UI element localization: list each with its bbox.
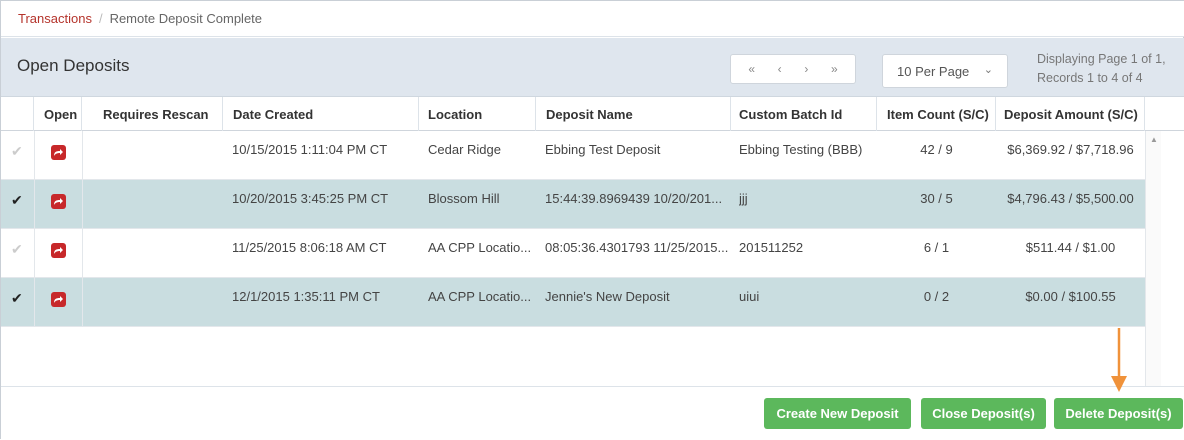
next-page-button[interactable]: › (804, 62, 808, 76)
close-deposits-button[interactable]: Close Deposit(s) (921, 398, 1046, 429)
cell-deposit-name: Ebbing Test Deposit (545, 142, 661, 157)
cell-deposit-amount: $0.00 / $100.55 (1025, 289, 1116, 304)
cell-deposit-amount: $511.44 / $1.00 (1025, 240, 1116, 255)
cell-custom-batch-id: 201511252 (739, 240, 804, 255)
check-icon[interactable]: ✔ (11, 241, 23, 258)
table-header: Open Requires Rescan Date Created Locati… (1, 97, 1184, 131)
column-header-custom-batch-id[interactable]: Custom Batch Id (731, 97, 877, 131)
column-header-location[interactable]: Location (419, 97, 536, 131)
open-deposit-icon[interactable] (51, 292, 66, 307)
per-page-value: 10 Per Page (897, 64, 970, 79)
action-bar: Create New Deposit Close Deposit(s) Dele… (1, 387, 1184, 440)
check-icon[interactable]: ✔ (11, 192, 23, 209)
cell-custom-batch-id: uiui (739, 289, 760, 304)
breadcrumb-separator: / (98, 11, 103, 26)
cell-item-count: 42 / 9 (920, 142, 953, 157)
cell-custom-batch-id: jjj (739, 191, 748, 206)
cell-custom-batch-id: Ebbing Testing (BBB) (739, 142, 863, 157)
column-divider (34, 131, 35, 327)
panel-header: Open Deposits « ‹ › » 10 Per Page ⌄ Disp… (1, 38, 1184, 97)
table-row[interactable]: ✔ 11/25/2015 8:06:18 AM CT AA CPP Locati… (1, 229, 1145, 278)
column-divider (82, 131, 83, 327)
select-column-header (1, 97, 34, 131)
delete-deposits-button[interactable]: Delete Deposit(s) (1054, 398, 1183, 429)
cell-deposit-name: 15:44:39.8969439 10/20/201... (545, 191, 723, 206)
open-deposit-icon[interactable] (51, 194, 66, 209)
page-title: Open Deposits (17, 56, 130, 75)
cell-deposit-name: Jennie's New Deposit (545, 289, 670, 304)
cell-date-created: 11/25/2015 8:06:18 AM CT (232, 240, 387, 255)
table-row[interactable]: ✔ 12/1/2015 1:35:11 PM CT AA CPP Locatio… (1, 278, 1145, 327)
first-page-button[interactable]: « (748, 62, 755, 76)
cell-deposit-amount: $6,369.92 / $7,718.96 (1007, 142, 1134, 157)
records-info-count: Records 1 to 4 of 4 (1037, 71, 1143, 85)
deposits-table: Open Requires Rescan Date Created Locati… (1, 97, 1184, 387)
table-scrollbar[interactable]: ▲ (1145, 131, 1161, 386)
table-row[interactable]: ✔ 10/15/2015 1:11:04 PM CT Cedar Ridge E… (1, 131, 1145, 180)
column-header-deposit-name[interactable]: Deposit Name (536, 97, 731, 131)
deposits-panel: Transactions / Remote Deposit Complete Ope… (0, 0, 1184, 440)
open-deposit-icon[interactable] (51, 243, 66, 258)
cell-location: AA CPP Locatio... (428, 240, 532, 255)
cell-date-created: 10/20/2015 3:45:25 PM CT (232, 191, 389, 206)
check-icon[interactable]: ✔ (11, 143, 23, 160)
cell-deposit-name: 08:05:36.4301793 11/25/2015... (545, 240, 729, 255)
prev-page-button[interactable]: ‹ (778, 62, 782, 76)
per-page-select[interactable]: 10 Per Page ⌄ (882, 54, 1008, 88)
column-header-deposit-amount[interactable]: Deposit Amount (S/C) (996, 97, 1145, 131)
column-header-date-created[interactable]: Date Created (223, 97, 419, 131)
breadcrumb-transactions-link[interactable]: Transactions (18, 11, 92, 26)
check-icon[interactable]: ✔ (11, 290, 23, 307)
cell-item-count: 6 / 1 (923, 240, 950, 255)
cell-item-count: 30 / 5 (920, 191, 953, 206)
breadcrumb: Transactions / Remote Deposit Complete (1, 1, 1184, 37)
records-info: Displaying Page 1 of 1, Records 1 to 4 o… (1037, 50, 1183, 88)
last-page-button[interactable]: » (831, 62, 838, 76)
open-deposit-icon[interactable] (51, 145, 66, 160)
cell-deposit-amount: $4,796.43 / $5,500.00 (1007, 191, 1134, 206)
cell-date-created: 10/15/2015 1:11:04 PM CT (232, 142, 388, 157)
create-new-deposit-button[interactable]: Create New Deposit (764, 398, 911, 429)
cell-item-count: 0 / 2 (923, 289, 950, 304)
column-header-requires-rescan[interactable]: Requires Rescan (82, 97, 223, 131)
cell-date-created: 12/1/2015 1:35:11 PM CT (232, 289, 380, 304)
pagination: « ‹ › » (730, 54, 856, 84)
records-info-page: Displaying Page 1 of 1, (1037, 52, 1166, 66)
table-row[interactable]: ✔ 10/20/2015 3:45:25 PM CT Blossom Hill … (1, 180, 1145, 229)
annotation-arrow-icon (1111, 328, 1127, 392)
cell-location: AA CPP Locatio... (428, 289, 532, 304)
chevron-down-icon: ⌄ (983, 64, 993, 76)
scroll-up-icon[interactable]: ▲ (1150, 135, 1158, 144)
column-header-item-count[interactable]: Item Count (S/C) (877, 97, 996, 131)
column-header-open[interactable]: Open (34, 97, 82, 131)
breadcrumb-current: Remote Deposit Complete (109, 11, 263, 26)
cell-location: Cedar Ridge (428, 142, 501, 157)
cell-location: Blossom Hill (428, 191, 500, 206)
